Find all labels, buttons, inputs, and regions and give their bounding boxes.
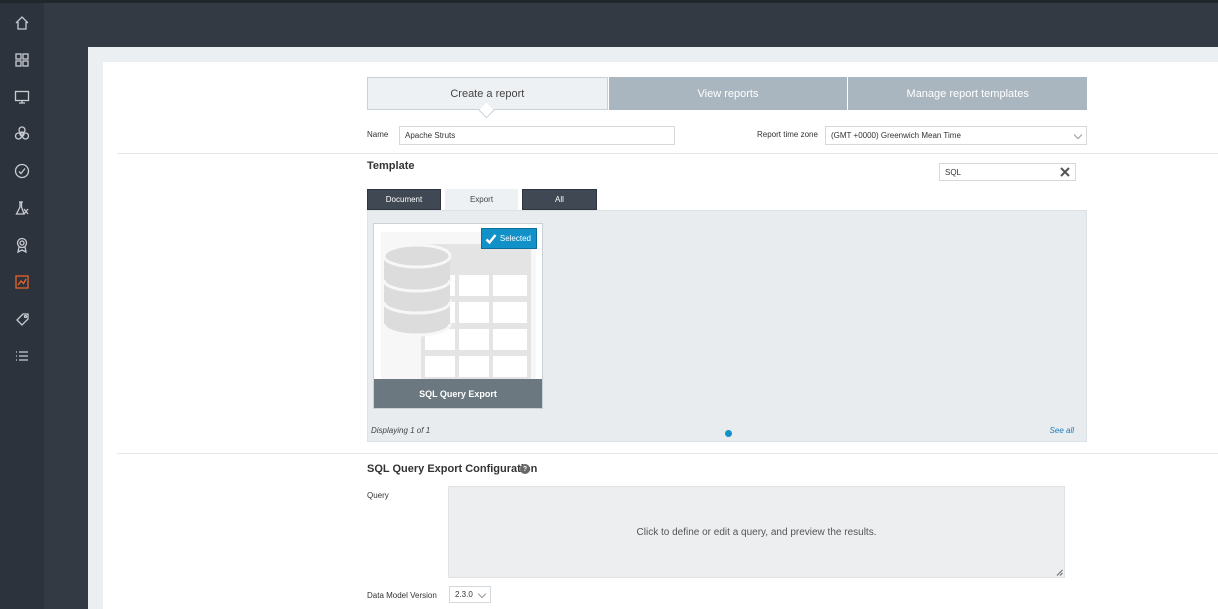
sql-export-thumbnail-icon (381, 232, 536, 379)
tab-create-report[interactable]: Create a report (367, 77, 608, 110)
sidebar (0, 0, 44, 609)
data-model-version-value: 2.3.0 (455, 590, 473, 599)
tab-view-reports[interactable]: View reports (607, 77, 848, 110)
data-model-version-label: Data Model Version (367, 591, 437, 600)
divider (117, 153, 1218, 154)
monitor-icon[interactable] (12, 87, 32, 107)
name-value: Apache Struts (405, 131, 456, 140)
home-icon[interactable] (12, 13, 32, 33)
timezone-select[interactable]: (GMT +0000) Greenwich Mean Time (825, 126, 1087, 145)
list-icon[interactable] (12, 346, 32, 366)
template-gallery: Selected SQL Query Export Displaying 1 o… (367, 210, 1087, 442)
reports-icon[interactable] (12, 272, 32, 292)
data-model-version-select[interactable]: 2.3.0 (449, 586, 491, 603)
pagination-dot[interactable] (725, 430, 732, 437)
flask-icon[interactable] (12, 198, 32, 218)
checkmark-icon (485, 233, 497, 244)
dashboard-icon[interactable] (12, 50, 32, 70)
biohazard-icon[interactable] (12, 124, 32, 144)
name-label: Name (367, 130, 389, 139)
see-all-link[interactable]: See all (1050, 426, 1074, 435)
divider (117, 453, 1218, 454)
template-title: Template (367, 160, 415, 172)
award-icon[interactable] (12, 235, 32, 255)
top-bar (44, 0, 1218, 47)
filter-document-button[interactable]: Document (367, 189, 441, 210)
template-search-value: SQL (945, 167, 962, 177)
display-count: Displaying 1 of 1 (371, 426, 431, 435)
template-card-sql-query-export[interactable]: Selected SQL Query Export (373, 223, 543, 409)
check-circle-icon[interactable] (12, 161, 32, 181)
tab-manage-templates[interactable]: Manage report templates (847, 77, 1088, 110)
timezone-value: (GMT +0000) Greenwich Mean Time (831, 131, 961, 140)
query-editor-area[interactable]: Click to define or edit a query, and pre… (448, 486, 1065, 578)
query-label: Query (367, 491, 389, 500)
query-placeholder: Click to define or edit a query, and pre… (636, 526, 877, 538)
help-icon[interactable]: ? (520, 464, 530, 474)
selected-badge: Selected (480, 228, 537, 249)
tag-icon[interactable] (12, 309, 32, 329)
template-search-input[interactable]: SQL (939, 163, 1076, 181)
chevron-down-icon (477, 589, 487, 599)
config-title: SQL Query Export Configuration (367, 463, 538, 475)
chevron-down-icon (1073, 130, 1083, 140)
template-card-title: SQL Query Export (374, 379, 542, 408)
filter-all-button[interactable]: All (522, 189, 597, 210)
timezone-label: Report time zone (757, 130, 818, 139)
clear-search-icon[interactable] (1059, 166, 1071, 178)
filter-export-button[interactable]: Export (445, 189, 518, 210)
selected-label: Selected (499, 234, 531, 243)
report-tabs: Create a report View reports Manage repo… (367, 77, 1088, 110)
name-field[interactable]: Apache Struts (399, 126, 675, 145)
resize-grip-icon[interactable] (1056, 569, 1063, 576)
